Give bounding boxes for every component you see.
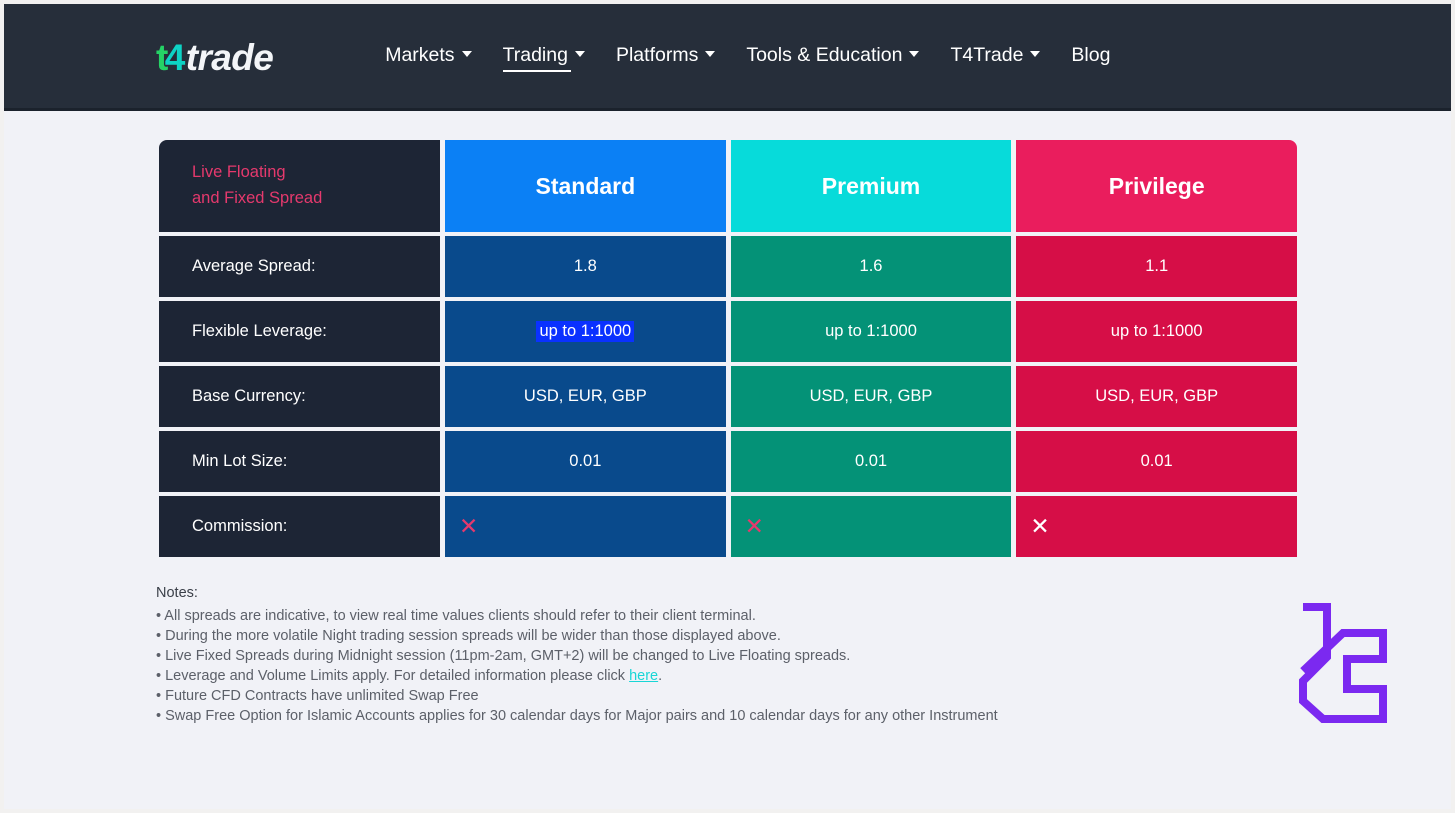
note-item-leverage: • Leverage and Volume Limits apply. For … [156,666,998,686]
brand-watermark-icon [1297,601,1391,723]
table-row: Min Lot Size: 0.01 0.01 0.01 [159,431,1298,492]
corner-line-1: Live Floating [192,163,286,182]
spread-comparison-table: Live Floating and Fixed Spread Standard … [159,140,1298,557]
note-leverage-prefix: • Leverage and Volume Limits apply. For … [156,668,630,684]
table-corner-cell: Live Floating and Fixed Spread [159,140,440,232]
cross-icon: ✕ [459,513,479,539]
logo-letter-4: 4 [164,36,186,78]
row-label-flexible-leverage: Flexible Leverage: [159,301,440,362]
nav-item-tools-education[interactable]: Tools & Education [746,43,920,72]
nav-item-platforms[interactable]: Platforms [615,43,716,72]
brand-logo[interactable]: t 4 trade [156,36,274,79]
note-item: • All spreads are indicative, to view re… [156,608,756,624]
notes-title: Notes: [156,585,198,601]
table-row: Flexible Leverage: up to 1:1000 up to 1:… [159,301,1298,362]
table-row: Average Spread: 1.8 1.6 1.1 [159,236,1298,297]
row-label-base-currency: Base Currency: [159,366,440,427]
note-item: • Live Fixed Spreads during Midnight ses… [156,648,851,664]
site-header: t 4 trade Markets Trading Platforms Tools … [4,4,1451,111]
nav-item-t4trade[interactable]: T4Trade [950,43,1041,72]
selected-text-highlight: up to 1:1000 [536,321,635,342]
column-header-privilege[interactable]: Privilege [1016,140,1298,232]
note-link-here[interactable]: here [629,668,658,684]
cell-average-spread-standard: 1.8 [445,236,726,297]
cell-min-lot-size-standard: 0.01 [445,431,726,492]
note-item: • Swap Free Option for Islamic Accounts … [156,708,998,724]
table-row: Base Currency: USD, EUR, GBP USD, EUR, G… [159,366,1298,427]
row-label-min-lot-size: Min Lot Size: [159,431,440,492]
table-header-row: Live Floating and Fixed Spread Standard … [159,140,1298,232]
chevron-down-icon [705,51,716,57]
nav-label-blog: Blog [1071,43,1111,66]
nav-label-trading: Trading [502,43,568,66]
logo-word-trade: trade [185,36,274,78]
cross-icon: ✕ [744,513,764,539]
chevron-down-icon [574,51,585,57]
nav-label-markets: Markets [385,43,455,66]
nav-label-tools-education: Tools & Education [746,43,903,66]
nav-item-blog[interactable]: Blog [1071,44,1110,72]
page-frame: t 4 trade Markets Trading Platforms Tools … [4,4,1451,809]
chevron-down-icon [1030,51,1041,57]
cell-min-lot-size-premium: 0.01 [730,431,1012,492]
table-row: Commission: ✕ ✕ ✕ [159,496,1298,557]
cell-commission-premium: ✕ [730,496,1012,557]
note-leverage-suffix: . [658,668,663,684]
note-item: • Future CFD Contracts have unlimited Sw… [156,688,479,704]
chevron-down-icon [909,51,920,57]
cell-average-spread-privilege: 1.1 [1016,236,1298,297]
row-label-commission: Commission: [159,496,440,557]
corner-line-2: and Fixed Spread [192,189,323,207]
nav-label-platforms: Platforms [615,43,699,66]
column-header-premium[interactable]: Premium [730,140,1012,232]
note-item: • During the more volatile Night trading… [156,628,781,644]
cell-base-currency-privilege: USD, EUR, GBP [1016,366,1298,427]
cell-commission-privilege: ✕ [1016,496,1298,557]
cell-flexible-leverage-standard: up to 1:1000 [445,301,726,362]
cell-flexible-leverage-privilege: up to 1:1000 [1016,301,1298,362]
main-nav: Markets Trading Platforms Tools & Educat… [385,44,1110,72]
cell-base-currency-standard: USD, EUR, GBP [445,366,726,427]
nav-label-t4trade: T4Trade [950,43,1024,66]
nav-item-trading[interactable]: Trading [502,43,585,72]
column-header-standard[interactable]: Standard [445,140,726,232]
nav-item-markets[interactable]: Markets [385,43,472,72]
cross-icon: ✕ [1030,513,1050,539]
cell-base-currency-premium: USD, EUR, GBP [730,366,1012,427]
cell-average-spread-premium: 1.6 [730,236,1012,297]
cell-min-lot-size-privilege: 0.01 [1016,431,1298,492]
row-label-average-spread: Average Spread: [159,236,440,297]
main-content: Live Floating and Fixed Spread Standard … [4,111,1451,809]
chevron-down-icon [461,51,472,57]
cell-flexible-leverage-premium: up to 1:1000 [730,301,1012,362]
notes-section: Notes: • All spreads are indicative, to … [156,583,998,726]
cell-commission-standard: ✕ [445,496,726,557]
